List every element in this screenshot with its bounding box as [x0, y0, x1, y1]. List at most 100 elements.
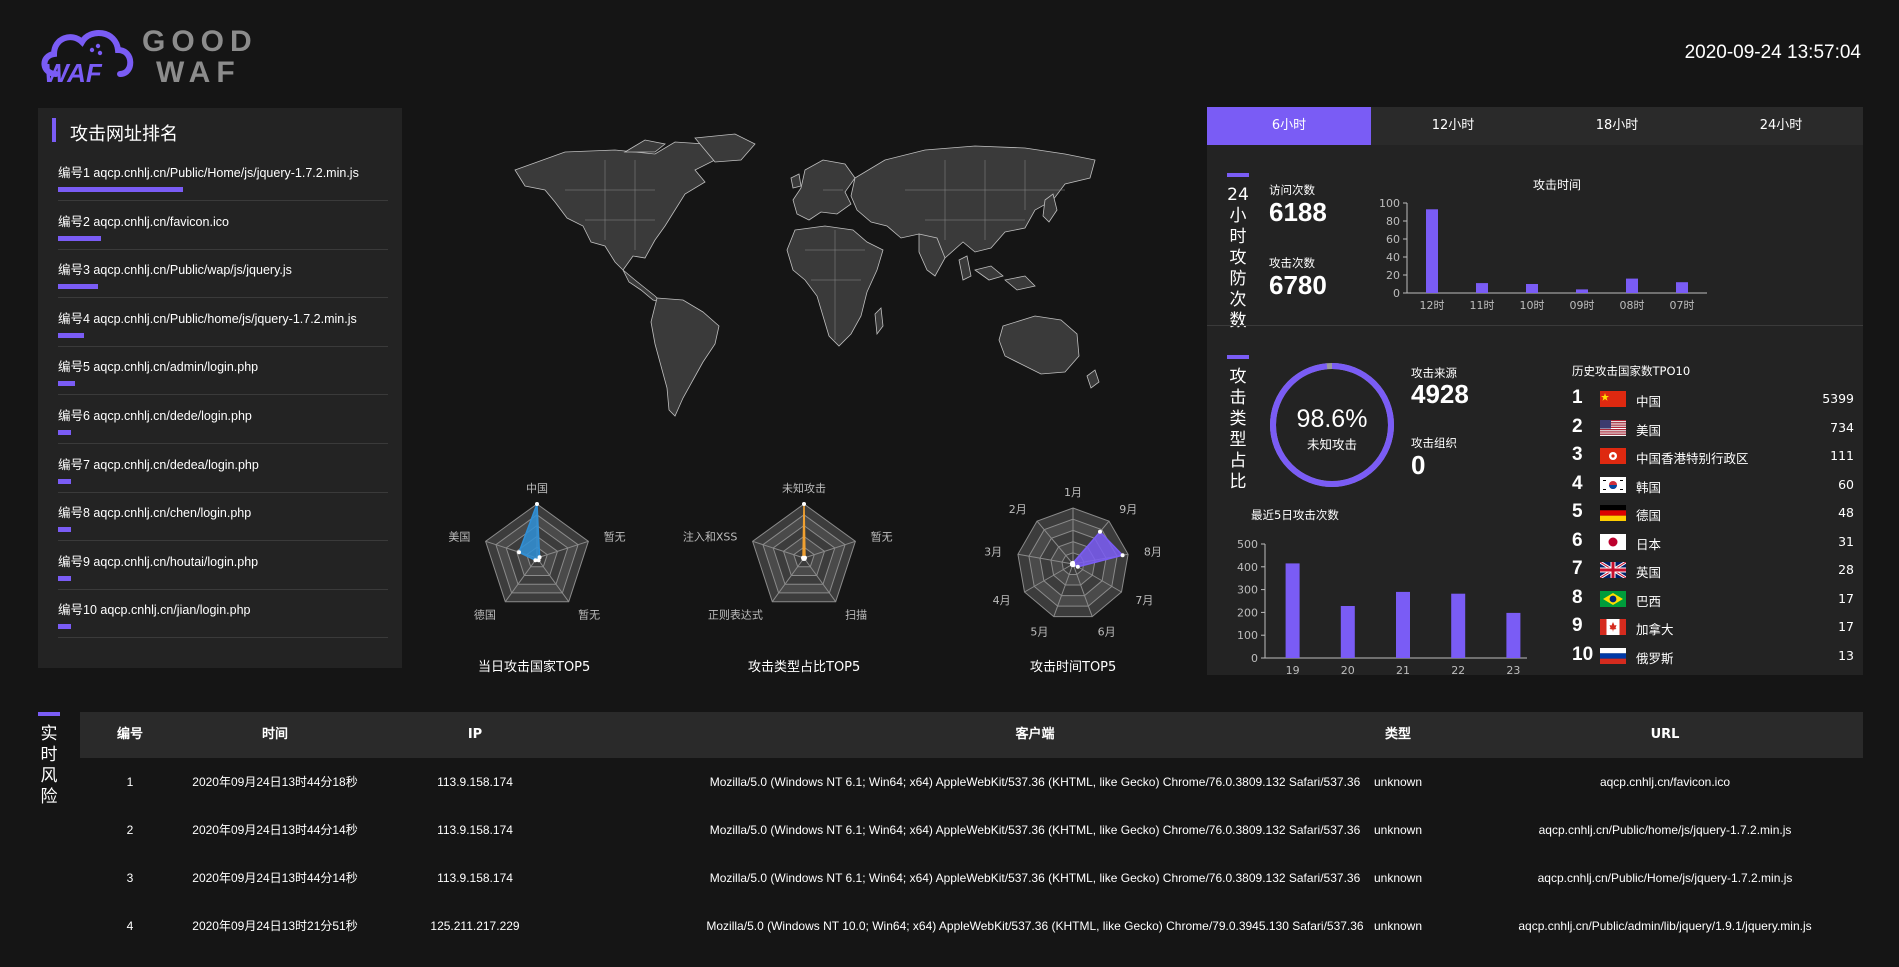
tab-3[interactable]: 18小时 — [1535, 107, 1699, 145]
bar-chart-title: 攻击时间 — [1533, 178, 1581, 192]
rank-item-bar — [58, 381, 75, 387]
country-count: 31 — [1838, 533, 1854, 549]
x-tick-label: 10时 — [1520, 299, 1545, 312]
country-rank: 6 — [1572, 529, 1583, 551]
y-tick-label: 40 — [1386, 251, 1400, 264]
radar-indicator-label: 注入和XSS — [683, 529, 738, 543]
time-radar-caption: 攻击时间TOP5 — [1030, 660, 1117, 675]
country-name: 巴西 — [1636, 593, 1662, 609]
table-row[interactable]: 3 2020年09月24日13时44分14秒 113.9.158.174 Mozill… — [80, 854, 1863, 902]
bar[interactable] — [1476, 283, 1488, 293]
rank-item[interactable]: 编号2 aqcp.cnhlj.cn/favicon.ico — [58, 201, 388, 250]
table-cell: aqcp.cnhlj.cn/favicon.ico — [1599, 775, 1731, 789]
title-accent-bar — [52, 118, 56, 142]
column-header[interactable]: URL — [1515, 712, 1815, 758]
rank-item-label: 编号5 aqcp.cnhlj.cn/admin/login.php — [58, 360, 259, 375]
rank-item[interactable]: 编号3 aqcp.cnhlj.cn/Public/wap/js/jquery.j… — [58, 249, 388, 299]
tab-1[interactable]: 6小时 — [1207, 107, 1371, 145]
rank-item[interactable]: 编号5 aqcp.cnhlj.cn/admin/login.php — [58, 346, 388, 396]
bar[interactable] — [1451, 593, 1466, 658]
country-row[interactable]: 6 日本 31 — [1572, 528, 1854, 556]
x-tick-label: 09时 — [1570, 299, 1595, 312]
table-cell: 125.211.217.229 — [430, 919, 520, 933]
country-name: 韩国 — [1636, 479, 1662, 495]
bar[interactable] — [1285, 563, 1300, 658]
radar-indicator-label: 3月 — [984, 546, 1002, 559]
x-tick-label: 20 — [1341, 664, 1355, 675]
column-header[interactable]: 类型 — [1248, 712, 1548, 758]
tab-2[interactable]: 12小时 — [1371, 107, 1535, 145]
world-attack-map[interactable] — [505, 130, 1105, 460]
country-count: 13 — [1838, 647, 1854, 663]
y-tick-label: 60 — [1386, 233, 1400, 246]
radar-point — [1120, 553, 1125, 558]
table-row[interactable]: 1 2020年09月24日13时44分18秒 113.9.158.174 Mozill… — [80, 758, 1863, 806]
y-tick-label: 300 — [1237, 584, 1258, 597]
rank-item[interactable]: 编号1 aqcp.cnhlj.cn/Public/Home/js/jquery-… — [58, 152, 388, 201]
bar[interactable] — [1426, 209, 1438, 293]
country-name: 中国香港特别行政区 — [1636, 451, 1749, 466]
bar[interactable] — [1576, 289, 1588, 293]
x-tick-label: 21 — [1396, 664, 1410, 675]
attack-type-donut: 98.6% 未知攻击 — [1270, 363, 1394, 487]
rank-item[interactable]: 编号9 aqcp.cnhlj.cn/houtai/login.php — [58, 541, 388, 590]
radar-value-area — [802, 503, 806, 560]
org-label: 攻击组织 — [1411, 436, 1457, 450]
country-row[interactable]: 2 美国 734 — [1572, 414, 1854, 442]
country-row[interactable]: 8 巴西 17 — [1572, 585, 1854, 613]
donut-percent: 98.6% — [1297, 405, 1368, 433]
rank-item[interactable]: 编号10 aqcp.cnhlj.cn/jian/login.php — [58, 589, 388, 639]
rank-item-bar — [58, 624, 71, 630]
radar-indicator-label: 暂无 — [578, 609, 600, 622]
radar-indicator-label: 正则表达式 — [708, 608, 763, 622]
rank-item[interactable]: 编号8 aqcp.cnhlj.cn/chen/login.php — [58, 492, 388, 542]
country-row[interactable]: 5 德国 48 — [1572, 499, 1854, 527]
country-count: 17 — [1838, 590, 1854, 606]
bar[interactable] — [1340, 606, 1355, 658]
rank-item-bar — [58, 235, 101, 241]
bar[interactable] — [1396, 591, 1410, 658]
table-row[interactable]: 2 2020年09月24日13时44分14秒 113.9.158.174 Mozill… — [80, 806, 1863, 854]
bar[interactable] — [1626, 278, 1638, 293]
country-name: 德国 — [1636, 508, 1662, 523]
flag-ru-icon — [1600, 647, 1626, 664]
y-tick-label: 0 — [1251, 652, 1258, 665]
rank-item[interactable]: 编号4 aqcp.cnhlj.cn/Public/home/js/jquery-… — [58, 298, 388, 347]
time-range-tabs: 6小时 12小时 18小时 24小时 — [1207, 107, 1863, 145]
section-accent-bar — [1227, 355, 1249, 359]
y-tick-label: 20 — [1386, 269, 1400, 282]
country-name: 英国 — [1636, 565, 1662, 580]
radar-indicator-label: 暂无 — [604, 530, 626, 543]
table-cell: 113.9.158.174 — [437, 775, 513, 789]
country-row[interactable]: 9 加拿大 17 — [1572, 613, 1854, 641]
table-row[interactable]: 4 2020年09月24日13时21分51秒 125.211.217.229 Mozi… — [80, 902, 1863, 950]
y-tick-label: 400 — [1237, 561, 1258, 574]
country-row[interactable]: 3 中国香港特别行政区 111 — [1572, 442, 1854, 470]
rank-item-bar — [58, 575, 71, 581]
bar[interactable] — [1506, 612, 1521, 658]
country-rank: 4 — [1572, 472, 1583, 494]
attacks-value: 6780 — [1269, 270, 1327, 300]
country-row[interactable]: 1 中国 5399 — [1572, 385, 1854, 413]
rank-item-label: 编号10 aqcp.cnhlj.cn/jian/login.php — [58, 603, 251, 618]
radar-indicator-label: 中国 — [526, 482, 548, 495]
country-row[interactable]: 10 俄罗斯 13 — [1572, 642, 1854, 670]
y-tick-label: 80 — [1386, 215, 1400, 228]
realtime-risk-table: 编号 时间 IP 客户端 类型 URL 1 2020年09月24日13时44分18秒 113.… — [80, 712, 1863, 950]
country-row[interactable]: 7 英国 28 — [1572, 556, 1854, 584]
column-header[interactable]: IP — [325, 712, 625, 758]
flag-hk-icon — [1600, 448, 1626, 464]
country-count: 5399 — [1822, 391, 1854, 406]
attack-url-ranking-panel: 攻击网址排名 编号1 aqcp.cnhlj.cn/Public/Home/js/… — [38, 108, 402, 668]
country-count: 734 — [1830, 419, 1854, 435]
country-row[interactable]: 4 韩国 60 — [1572, 471, 1854, 499]
rank-item[interactable]: 编号6 aqcp.cnhlj.cn/dede/login.php — [58, 395, 388, 444]
tab-4[interactable]: 24小时 — [1699, 107, 1863, 145]
country-rank: 1 — [1572, 387, 1583, 408]
column-header[interactable]: 客户端 — [885, 712, 1185, 758]
bar[interactable] — [1526, 284, 1538, 293]
bar[interactable] — [1676, 282, 1688, 293]
section-accent-bar — [1227, 173, 1249, 177]
rank-item[interactable]: 编号7 aqcp.cnhlj.cn/dedea/login.php — [58, 444, 388, 493]
country-radar-caption: 当日攻击国家TOP5 — [478, 660, 591, 675]
